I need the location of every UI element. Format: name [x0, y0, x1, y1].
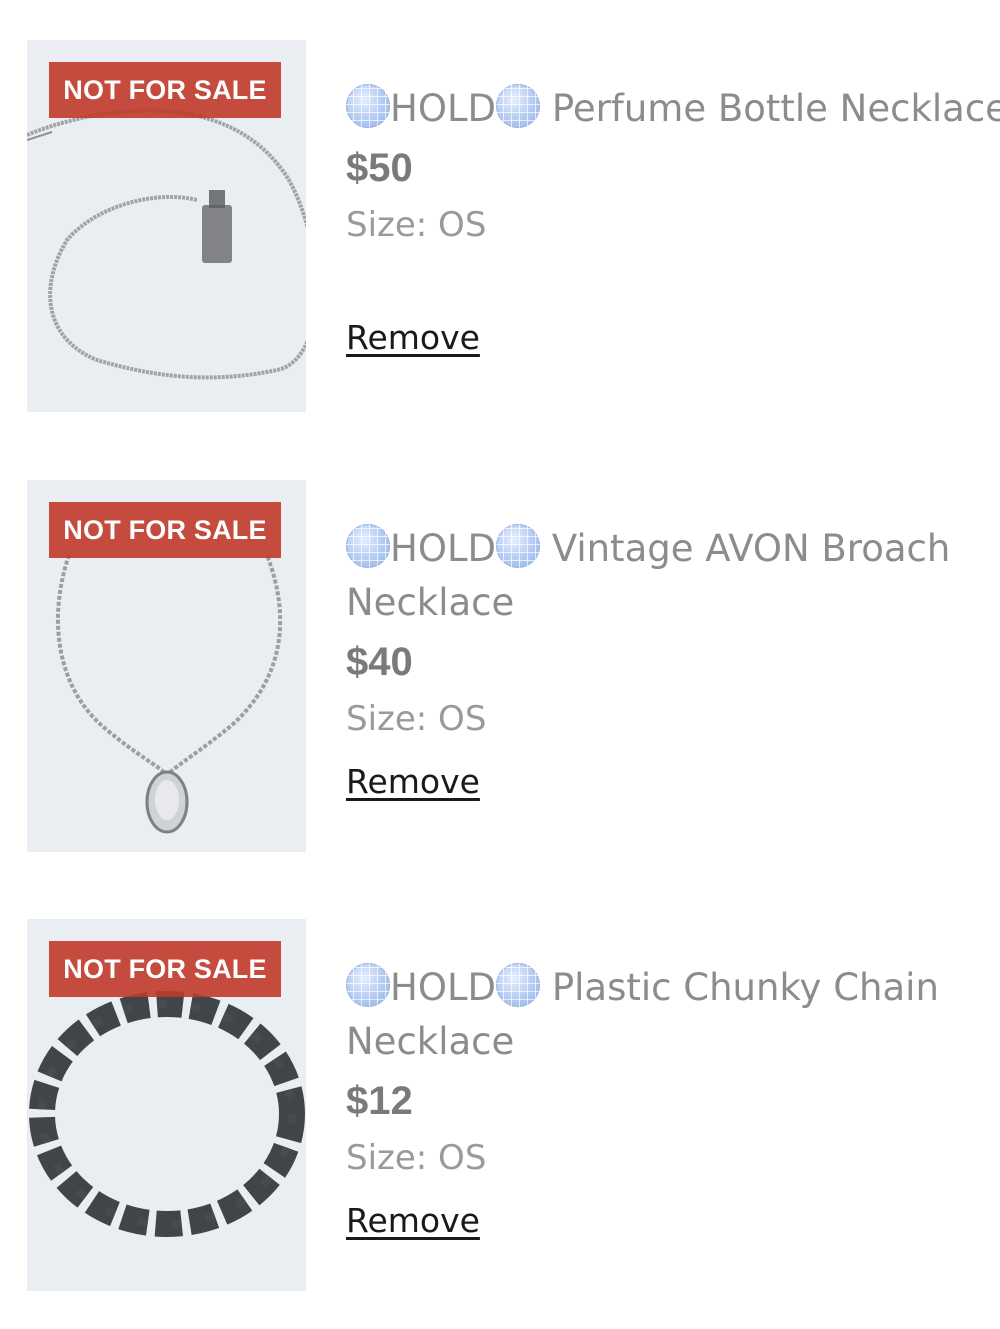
item-title[interactable]: HOLD Vintage AVON Broach Necklace: [346, 522, 976, 630]
globe-icon: [496, 963, 541, 1007]
item-title[interactable]: HOLD Perfume Bottle Necklace: [346, 82, 1000, 136]
list-item: NOT FOR SALE HOLD Plastic Chunky Chain N…: [27, 919, 1000, 1291]
item-info: HOLD Vintage AVON Broach Necklace $40 Si…: [346, 522, 1000, 801]
not-for-sale-badge: NOT FOR SALE: [49, 62, 281, 118]
hold-label: HOLD: [390, 87, 497, 130]
remove-link[interactable]: Remove: [346, 1201, 480, 1240]
hold-label: HOLD: [390, 966, 497, 1009]
item-size: Size: OS: [346, 205, 487, 245]
product-image[interactable]: NOT FOR SALE: [27, 480, 306, 852]
list-item: NOT FOR SALE HOLD Perfume Bottle Necklac…: [27, 40, 1000, 412]
globe-icon: [496, 524, 541, 568]
not-for-sale-badge: NOT FOR SALE: [49, 941, 281, 997]
item-title[interactable]: HOLD Plastic Chunky Chain Necklace: [346, 961, 976, 1069]
not-for-sale-badge: NOT FOR SALE: [49, 502, 281, 558]
globe-icon: [346, 84, 390, 128]
product-image[interactable]: NOT FOR SALE: [27, 40, 306, 412]
item-size: Size: OS: [346, 1138, 487, 1178]
product-image[interactable]: NOT FOR SALE: [27, 919, 306, 1291]
item-info: HOLD Perfume Bottle Necklace $50 Size: O…: [346, 82, 1000, 357]
globe-icon: [346, 963, 390, 1007]
item-price: $50: [346, 146, 413, 190]
remove-link[interactable]: Remove: [346, 318, 480, 357]
list-item: NOT FOR SALE HOLD Vintage AVON Broach Ne…: [27, 480, 1000, 852]
item-info: HOLD Plastic Chunky Chain Necklace $12 S…: [346, 961, 1000, 1240]
item-price: $40: [346, 640, 413, 684]
hold-label: HOLD: [390, 527, 497, 570]
item-name: Perfume Bottle Necklace: [551, 87, 1000, 130]
item-price: $12: [346, 1079, 413, 1123]
globe-icon: [346, 524, 390, 568]
remove-link[interactable]: Remove: [346, 762, 480, 801]
item-size: Size: OS: [346, 699, 487, 739]
globe-icon: [496, 84, 541, 128]
